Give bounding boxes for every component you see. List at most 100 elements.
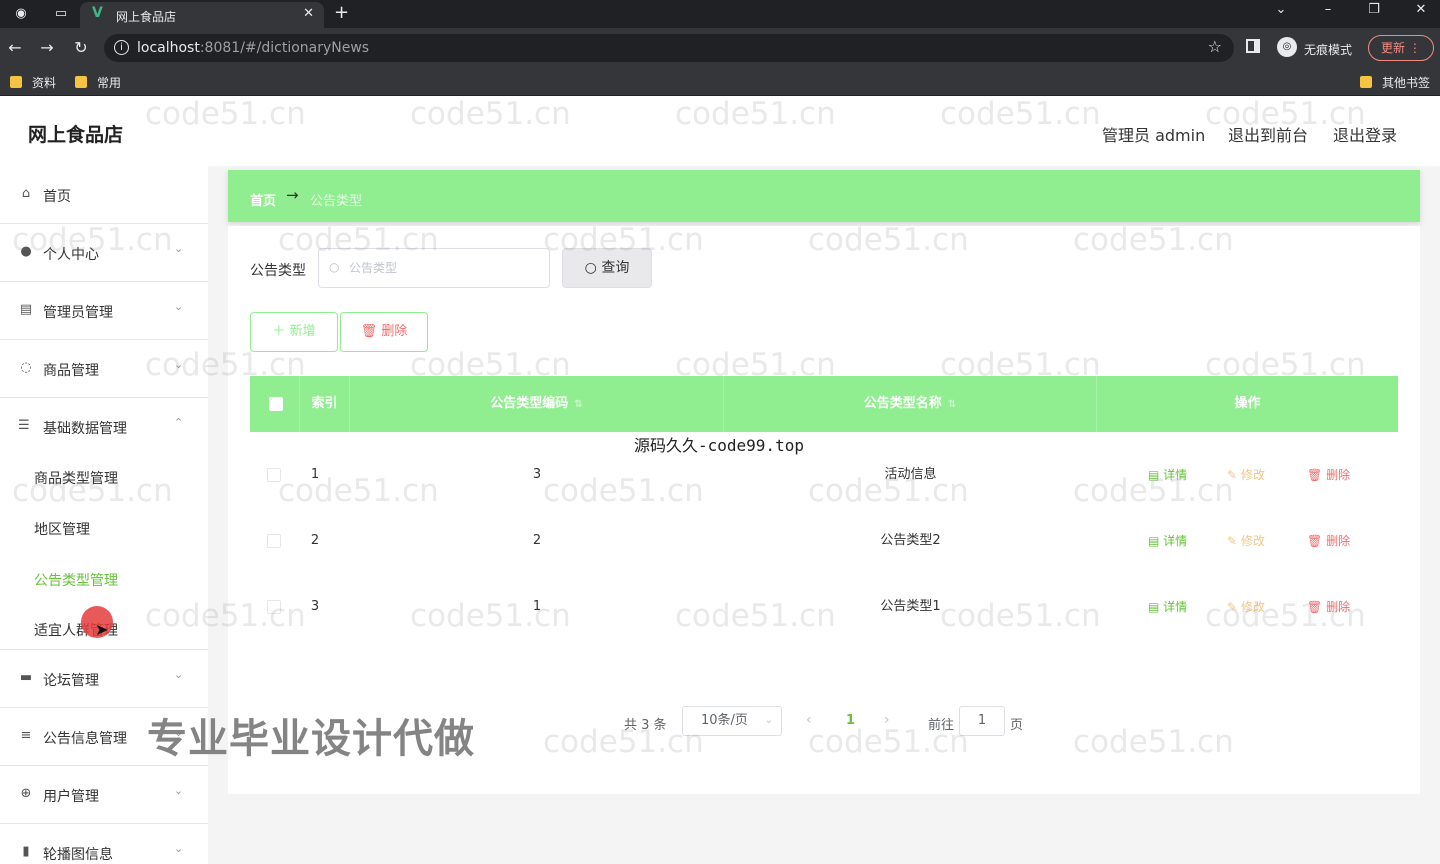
delete-button[interactable]: 🗑 删除 xyxy=(1307,442,1350,508)
search-label: 公告类型 xyxy=(250,263,306,279)
goods-icon: ◌ xyxy=(20,360,32,375)
incognito-label[interactable]: 无痕模式 xyxy=(1304,41,1352,58)
breadcrumb-home[interactable]: 首页 xyxy=(250,190,276,209)
sidebar-item-users[interactable]: ⊕ 用户管理 ⌄ xyxy=(0,766,208,824)
close-window-icon[interactable]: ✕ xyxy=(1406,2,1436,17)
sliders-icon: ☰ xyxy=(18,418,30,433)
trash-icon: 🗑 xyxy=(1307,600,1323,614)
site-info-icon[interactable]: i xyxy=(114,40,129,55)
chevron-down-icon: ⌄ xyxy=(174,300,184,313)
table-header: 索引 公告类型编码 ⇅ 公告类型名称 ⇅ 操作 xyxy=(250,376,1398,432)
prev-page-icon[interactable]: ‹ xyxy=(806,712,812,728)
breadcrumb: 首页 → 公告类型 xyxy=(228,170,1420,222)
sidebar-item-goods[interactable]: ◌ 商品管理 ⌄ xyxy=(0,340,208,398)
goto-label: 前往 xyxy=(928,718,955,733)
sidebar-item-admins[interactable]: ▤ 管理员管理 ⌄ xyxy=(0,282,208,340)
logout-link[interactable]: 退出登录 xyxy=(1333,122,1397,146)
query-button[interactable]: ○ 查询 xyxy=(562,248,652,288)
folder-icon xyxy=(75,76,87,88)
new-tab-icon[interactable]: + xyxy=(334,2,349,23)
delete-button[interactable]: 🗑 删除 xyxy=(1307,574,1350,640)
address-bar[interactable]: i localhost:8081/#/dictionaryNews ☆ xyxy=(104,34,1234,62)
url-path: :8081/#/dictionaryNews xyxy=(199,40,370,56)
sidebar-item-label: 用户管理 xyxy=(43,789,99,805)
edit-button[interactable]: ✎ 修改 xyxy=(1227,508,1265,574)
sidebar-subitem-goods-type[interactable]: 商品类型管理 xyxy=(34,468,118,488)
row-checkbox[interactable] xyxy=(267,600,281,614)
bookmark-folder[interactable]: 资料 xyxy=(10,74,56,91)
reload-icon[interactable]: ↻ xyxy=(70,38,92,57)
chat-icon: ▬ xyxy=(19,670,33,685)
detail-button[interactable]: ▤ 详情 xyxy=(1148,442,1187,508)
bookmark-star-icon[interactable]: ☆ xyxy=(1208,37,1222,56)
sidebar-item-profile[interactable]: ● 个人中心 ⌄ xyxy=(0,224,208,282)
vue-logo-icon: V xyxy=(92,5,103,21)
back-icon[interactable]: ← xyxy=(4,38,26,57)
column-header-code[interactable]: 公告类型编码 ⇅ xyxy=(350,376,724,432)
table-row: 3 1 公告类型1 ▤ 详情 ✎ 修改 🗑 删除 xyxy=(250,574,1398,640)
edit-button[interactable]: ✎ 修改 xyxy=(1227,574,1265,640)
forward-icon[interactable]: → xyxy=(36,38,58,57)
update-button[interactable]: 更新 ⋮ xyxy=(1368,35,1434,61)
incognito-icon[interactable]: ◎ xyxy=(1277,37,1297,57)
side-panel-icon[interactable] xyxy=(1246,39,1260,53)
sidebar-subitem-region[interactable]: 地区管理 xyxy=(34,519,90,539)
minimize-icon[interactable]: – xyxy=(1313,2,1343,17)
search-input[interactable] xyxy=(349,258,539,278)
page-size-select[interactable]: 10条/页 ⌄ xyxy=(682,706,782,736)
sidebar-item-home[interactable]: ⌂ 首页 xyxy=(0,166,208,224)
chevron-down-icon: ⌄ xyxy=(174,242,184,255)
column-header-label: 公告类型编码 xyxy=(490,396,569,411)
search-icon: ○ xyxy=(584,260,597,276)
sidebar-item-forum[interactable]: ▬ 论坛管理 ⌄ xyxy=(0,650,208,708)
select-all-checkbox[interactable] xyxy=(269,397,283,411)
other-bookmarks-label: 其他书签 xyxy=(1382,76,1431,90)
search-field[interactable]: ○ xyxy=(318,248,550,288)
detail-button[interactable]: ▤ 详情 xyxy=(1148,508,1187,574)
chevron-up-icon: ⌃ xyxy=(174,416,184,429)
other-bookmarks[interactable]: 其他书签 xyxy=(1360,74,1430,91)
edit-button[interactable]: ✎ 修改 xyxy=(1227,442,1265,508)
edit-label: 修改 xyxy=(1240,534,1265,548)
next-page-icon[interactable]: › xyxy=(884,712,890,728)
goto-page-input[interactable]: 1 xyxy=(959,706,1005,736)
cell-code: 2 xyxy=(532,533,542,548)
edit-icon: ✎ xyxy=(1227,468,1238,482)
folder-icon xyxy=(10,76,22,88)
bookmark-folder[interactable]: 常用 xyxy=(75,74,121,91)
detail-label: 详情 xyxy=(1163,600,1188,614)
column-header-name[interactable]: 公告类型名称 ⇅ xyxy=(724,376,1097,432)
document-icon: ▤ xyxy=(1148,600,1160,614)
browser-profile-icon[interactable]: ◉ xyxy=(10,4,32,24)
restore-icon[interactable]: ❐ xyxy=(1359,2,1389,17)
row-checkbox[interactable] xyxy=(267,468,281,482)
page-number-current[interactable]: 1 xyxy=(846,713,855,728)
chevron-down-icon: ⌄ xyxy=(174,842,184,855)
sidebar-item-basic-data[interactable]: ☰ 基础数据管理 ⌃ xyxy=(0,398,208,456)
app-header: 网上食品店 管理员 admin 退出到前台 退出登录 xyxy=(0,96,1440,166)
tab-close-icon[interactable]: ✕ xyxy=(303,6,314,21)
browser-tab[interactable]: V 网上食品店 ✕ xyxy=(80,2,324,28)
edit-label: 修改 xyxy=(1240,600,1265,614)
delete-label: 删除 xyxy=(381,324,408,339)
document-icon: ▤ xyxy=(1148,468,1160,482)
delete-button[interactable]: 🗑 删除 xyxy=(1307,508,1350,574)
add-button[interactable]: ＋ 新增 xyxy=(250,312,338,352)
detail-button[interactable]: ▤ 详情 xyxy=(1148,574,1187,640)
batch-delete-button[interactable]: 🗑 删除 xyxy=(340,312,428,352)
sidebar-item-label: 个人中心 xyxy=(43,247,99,263)
sidebar-item-label: 轮播图信息 xyxy=(43,847,113,863)
edit-icon: ✎ xyxy=(1227,600,1238,614)
url-text[interactable]: localhost:8081/#/dictionaryNews xyxy=(137,40,369,56)
to-front-link[interactable]: 退出到前台 xyxy=(1228,122,1308,146)
bookmark-label: 资料 xyxy=(32,76,57,90)
cell-name: 公告类型1 xyxy=(880,599,941,614)
delete-label: 删除 xyxy=(1326,534,1351,548)
tab-search-icon[interactable]: ▭ xyxy=(50,4,72,24)
browser-toolbar: ← → ↻ i localhost:8081/#/dictionaryNews … xyxy=(0,28,1440,68)
column-header-actions: 操作 xyxy=(1234,396,1261,411)
row-checkbox[interactable] xyxy=(267,534,281,548)
tab-list-icon[interactable]: ⌄ xyxy=(1266,2,1296,17)
sidebar-item-carousel[interactable]: ▮ 轮播图信息 ⌄ xyxy=(0,824,208,864)
sidebar-subitem-notice-type[interactable]: 公告类型管理 xyxy=(34,570,118,590)
